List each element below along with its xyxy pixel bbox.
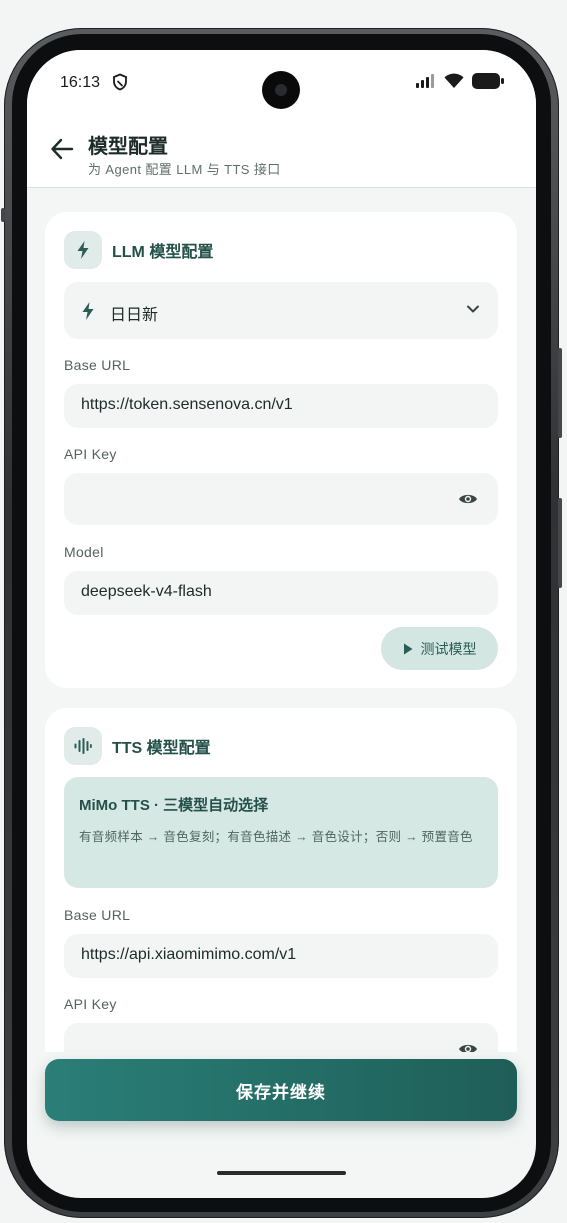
tts-info-box: MiMo TTS · 三模型自动选择 有音频样本 → 音色复刻；有音色描述 → …	[64, 777, 498, 888]
llm-api-key-label: API Key	[64, 446, 117, 462]
test-model-button[interactable]: 测试模型	[381, 627, 498, 670]
llm-config-card: LLM 模型配置 日日新 Base URL https://token.sens…	[45, 212, 517, 688]
app-header: 模型配置 为 Agent 配置 LLM 与 TTS 接口	[27, 112, 536, 188]
save-continue-button[interactable]: 保存并继续	[45, 1059, 517, 1121]
tts-info-title: MiMo TTS · 三模型自动选择	[79, 797, 269, 814]
tts-api-key-input[interactable]	[64, 1023, 498, 1052]
test-model-label: 测试模型	[420, 640, 477, 657]
llm-provider-select[interactable]: 日日新	[64, 282, 498, 339]
llm-base-url-input[interactable]: https://token.sensenova.cn/v1	[64, 384, 498, 428]
battery-icon	[472, 73, 504, 89]
llm-model-value: deepseek-v4-flash	[81, 583, 212, 600]
tts-icon-badge	[64, 727, 102, 765]
tts-base-url-input[interactable]: https://api.xiaomimimo.com/v1	[64, 934, 498, 978]
shield-icon	[113, 73, 127, 91]
home-indicator[interactable]	[217, 1171, 346, 1175]
bolt-icon	[77, 241, 89, 259]
llm-card-title: LLM 模型配置	[112, 244, 214, 261]
tts-api-key-label: API Key	[64, 996, 117, 1012]
llm-model-label: Model	[64, 544, 104, 560]
tts-card-title: TTS 模型配置	[112, 740, 211, 757]
bolt-icon	[82, 302, 94, 320]
audio-wave-icon	[74, 738, 92, 754]
tts-base-url-value: https://api.xiaomimimo.com/v1	[81, 946, 297, 963]
wifi-icon	[444, 73, 464, 88]
tts-card-header: TTS 模型配置	[64, 727, 211, 765]
page-subtitle: 为 Agent 配置 LLM 与 TTS 接口	[88, 162, 281, 177]
status-bar: 16:13	[27, 50, 536, 112]
eye-icon[interactable]	[458, 492, 478, 506]
tts-base-url-label: Base URL	[64, 907, 131, 923]
volume-button	[558, 348, 562, 438]
back-arrow-icon[interactable]	[49, 136, 75, 162]
status-time: 16:13	[60, 74, 101, 91]
front-camera	[262, 71, 300, 109]
llm-base-url-value: https://token.sensenova.cn/v1	[81, 396, 293, 413]
save-continue-label: 保存并继续	[236, 1082, 326, 1102]
llm-base-url-label: Base URL	[64, 357, 131, 373]
side-button	[1, 208, 5, 222]
eye-icon[interactable]	[458, 1042, 478, 1052]
chevron-down-icon	[467, 305, 479, 313]
screen: 16:13 模型配置 为 Agent 配置 LLM 与 TTS 接口 LLM 模…	[27, 50, 536, 1198]
tts-info-text: 有音频样本 → 音色复刻；有音色描述 → 音色设计；否则 → 预置音色	[79, 830, 473, 844]
page-title: 模型配置	[88, 136, 168, 158]
llm-provider-value: 日日新	[110, 307, 159, 324]
scroll-content[interactable]: LLM 模型配置 日日新 Base URL https://token.sens…	[27, 188, 536, 1052]
play-icon	[403, 643, 412, 654]
llm-icon-badge	[64, 231, 102, 269]
llm-card-header: LLM 模型配置	[64, 231, 213, 269]
power-button	[558, 498, 562, 588]
tts-config-card: TTS 模型配置 MiMo TTS · 三模型自动选择 有音频样本 → 音色复刻…	[45, 708, 517, 1052]
llm-api-key-input[interactable]	[64, 473, 498, 525]
status-icons	[416, 73, 504, 89]
llm-model-input[interactable]: deepseek-v4-flash	[64, 571, 498, 615]
signal-icon	[416, 74, 434, 88]
